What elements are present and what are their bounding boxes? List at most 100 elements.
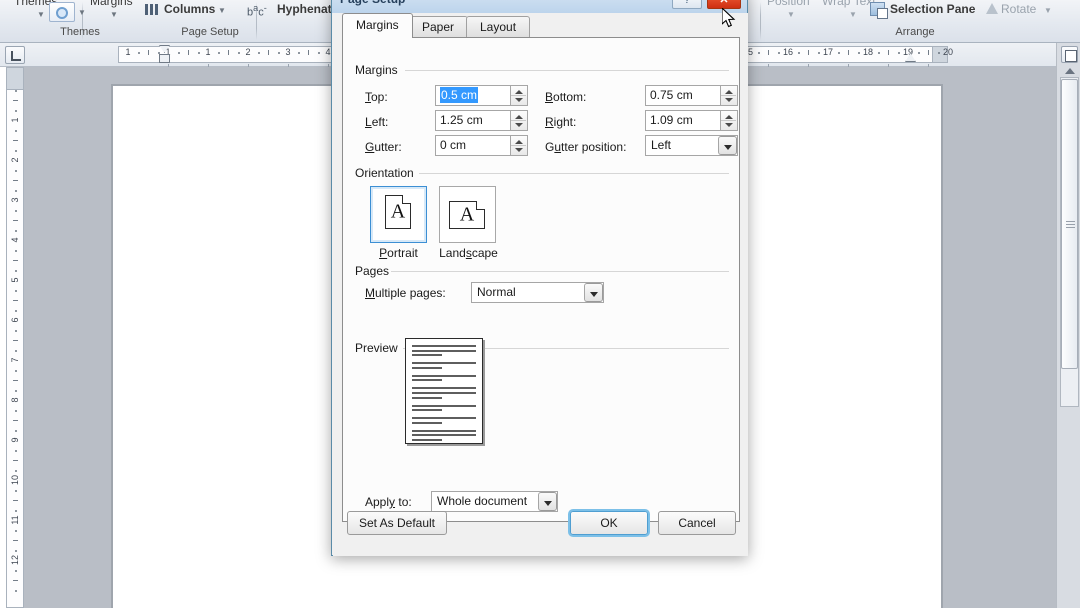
margins-caret-icon[interactable]: ▼ <box>110 8 118 22</box>
gutter-input[interactable]: 0 cm <box>435 135 511 156</box>
preview-text-line <box>412 345 476 347</box>
orientation-landscape-option[interactable]: A <box>439 186 496 243</box>
chevron-down-icon[interactable] <box>584 283 603 302</box>
vertical-ruler-tick-mark <box>15 230 17 232</box>
ruler-tick-mark <box>888 50 889 55</box>
spin-down-icon[interactable] <box>515 123 523 127</box>
ribbon-columns-button[interactable]: Columns <box>164 2 215 16</box>
themes-caret-icon[interactable]: ▼ <box>37 8 45 22</box>
vertical-ruler-tick-mark <box>15 150 17 152</box>
bottom-margin-spin-buttons[interactable] <box>721 85 738 106</box>
ruler-tick-mark <box>178 52 180 54</box>
ruler-tick-mark <box>138 52 140 54</box>
rotate-caret-icon[interactable]: ▼ <box>1044 4 1052 18</box>
chevron-down-icon[interactable] <box>538 492 557 511</box>
spin-up-icon[interactable] <box>515 115 523 119</box>
theme-colors-caret-icon[interactable]: ▼ <box>78 6 86 20</box>
scroll-up-arrow-icon[interactable] <box>1065 68 1075 74</box>
spin-up-icon[interactable] <box>515 90 523 94</box>
vertical-ruler-tick-mark <box>15 550 17 552</box>
tab-layout[interactable]: Layout <box>466 16 531 37</box>
columns-caret-icon[interactable]: ▼ <box>218 4 226 18</box>
preview-page <box>405 338 483 444</box>
set-as-default-button[interactable]: Set As Default <box>347 511 447 535</box>
tab-stop-selector-button[interactable] <box>5 46 25 64</box>
multiple-pages-combobox[interactable]: Normal <box>471 282 604 303</box>
ruler-tick-mark <box>928 50 929 55</box>
spin-down-icon[interactable] <box>725 123 733 127</box>
tab-margins[interactable]: Margins <box>342 13 413 38</box>
left-indent-marker[interactable] <box>159 54 170 63</box>
ruler-track-left <box>118 46 346 63</box>
word-window: Themes ▼ ▼ Themes Margins ▼ Columns ▼ ba… <box>0 0 1080 608</box>
chevron-down-icon[interactable] <box>718 136 737 155</box>
vertical-ruler-tick-mark <box>13 140 18 141</box>
position-caret-icon[interactable]: ▼ <box>787 8 795 22</box>
page-letter-glyph: A <box>459 203 475 226</box>
vertical-ruler-tick-mark <box>15 350 17 352</box>
top-margin-input[interactable]: 0.5 cm <box>435 85 511 106</box>
ruler-tick-mark <box>188 50 189 55</box>
scrollbar-grip-icon <box>1066 221 1075 228</box>
apply-to-label: Apply to: <box>365 495 412 509</box>
ribbon-position-button[interactable]: Position <box>767 0 810 8</box>
gutter-position-combobox[interactable]: Left <box>645 135 738 156</box>
ruler-tick-mark <box>218 52 220 54</box>
ruler-tick-mark <box>818 52 820 54</box>
theme-colors-button[interactable] <box>49 2 75 22</box>
spin-down-icon[interactable] <box>515 148 523 152</box>
vertical-ruler-tick-mark <box>15 470 17 472</box>
preview-text-line <box>412 366 442 369</box>
preview-text-line <box>412 362 476 365</box>
ribbon-margins-button[interactable]: Margins <box>90 0 133 8</box>
ruler-tick-mark <box>918 52 920 54</box>
left-margin-input[interactable]: 1.25 cm <box>435 110 511 131</box>
spin-up-icon[interactable] <box>725 90 733 94</box>
rotate-icon <box>986 3 998 14</box>
left-margin-spin-buttons[interactable] <box>511 110 528 131</box>
ribbon-wrap-text-button[interactable]: Wrap Text <box>822 0 876 8</box>
spin-down-icon[interactable] <box>725 98 733 102</box>
ruler-tick-mark <box>808 50 809 55</box>
tab-paper[interactable]: Paper <box>408 16 469 37</box>
vertical-ruler-tick-label: 6 <box>10 317 20 323</box>
ruler-tick-mark <box>878 52 880 54</box>
theme-circle-icon <box>56 7 68 19</box>
vertical-ruler[interactable]: 1 2 3 4 5 6 7 8 9 10 11 12 <box>6 67 24 608</box>
orientation-portrait-option[interactable]: A <box>370 186 427 243</box>
spin-divider <box>511 120 526 121</box>
wrap-text-caret-icon[interactable]: ▼ <box>849 8 857 22</box>
spin-up-icon[interactable] <box>515 140 523 144</box>
apply-to-combobox[interactable]: Whole document <box>431 491 558 512</box>
preview-text-line <box>412 429 476 432</box>
vertical-ruler-tick-mark <box>15 110 17 112</box>
vertical-ruler-tick-mark <box>15 510 17 512</box>
bottom-margin-input[interactable]: 0.75 cm <box>645 85 721 106</box>
cancel-button[interactable]: Cancel <box>658 511 736 535</box>
ruler-tick-label: 17 <box>822 47 834 57</box>
vertical-ruler-tick-label: 11 <box>10 515 20 525</box>
ribbon-selection-pane-button[interactable]: Selection Pane <box>890 2 975 16</box>
spin-down-icon[interactable] <box>515 98 523 102</box>
pages-group-label: Pages <box>355 264 395 278</box>
scrollbar-thumb[interactable] <box>1061 79 1078 369</box>
help-button[interactable]: ? <box>672 0 702 9</box>
ribbon-rotate-button[interactable]: Rotate <box>1001 2 1036 16</box>
vertical-ruler-tick-label: 12 <box>10 554 20 566</box>
ruler-tick-mark <box>838 52 840 54</box>
ruler-tick-label: 4 <box>325 47 331 57</box>
vertical-ruler-tick-mark <box>13 340 18 341</box>
right-margin-spin-buttons[interactable] <box>721 110 738 131</box>
gutter-label: Gutter: <box>365 140 402 154</box>
vertical-ruler-tick-mark <box>15 270 17 272</box>
vertical-scrollbar[interactable] <box>1056 43 1080 608</box>
ok-button[interactable]: OK <box>570 511 648 535</box>
right-margin-input[interactable]: 1.09 cm <box>645 110 721 131</box>
top-margin-spin-buttons[interactable] <box>511 85 528 106</box>
spin-up-icon[interactable] <box>725 115 733 119</box>
dialog-title-bar[interactable]: Page Setup ? ✕ <box>332 0 747 13</box>
vertical-ruler-tick-mark <box>15 310 17 312</box>
select-browse-object-icon[interactable] <box>1061 46 1078 63</box>
vertical-ruler-tick-mark <box>13 380 18 381</box>
gutter-spin-buttons[interactable] <box>511 135 528 156</box>
